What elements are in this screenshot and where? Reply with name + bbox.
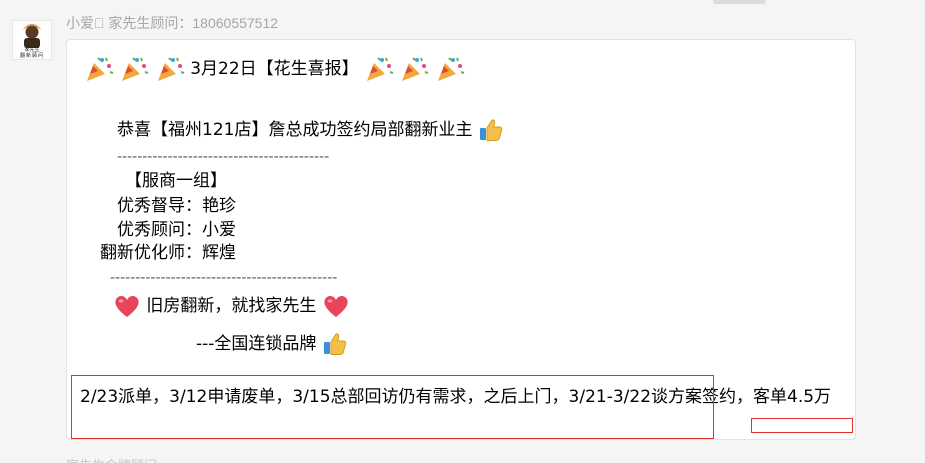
party-popper-icon bbox=[119, 55, 149, 83]
thumbs-up-icon bbox=[478, 117, 504, 143]
annotation-box bbox=[751, 418, 853, 433]
party-popper-icon bbox=[364, 55, 394, 83]
congrats-text: 恭喜【福州121店】詹总成功签约局部翻新业主 bbox=[117, 120, 473, 140]
party-popper-icon bbox=[399, 55, 429, 83]
next-sender-name: 家先生金牌顾问… bbox=[66, 455, 170, 463]
slogan-row: 旧房翻新，就找家先生 bbox=[113, 293, 350, 319]
annotation-box bbox=[71, 375, 714, 439]
sender-name: 小爱  家先生顾问：18060557512 bbox=[66, 15, 279, 31]
group-label: 【服商一组】 bbox=[125, 171, 227, 191]
consultant-label: 优秀顾问：小爱 bbox=[117, 220, 236, 240]
chat-window: 家先生 翻新顾问 小爱  家先生顾问：18060557512 3月22日【花生喜… bbox=[0, 0, 925, 463]
red-heart-icon bbox=[322, 293, 350, 319]
slogan-text: 旧房翻新，就找家先生 bbox=[146, 296, 317, 316]
brand-row: ---全国连锁品牌 bbox=[196, 331, 348, 357]
divider-2: ----------------------------------------… bbox=[110, 270, 338, 286]
optimizer-label: 翻新优化师：辉煌 bbox=[100, 243, 236, 263]
divider-1: ----------------------------------------… bbox=[117, 149, 330, 165]
headline-text: 3月22日【花生喜报】 bbox=[190, 59, 359, 79]
party-popper-icon bbox=[155, 55, 185, 83]
red-heart-icon bbox=[113, 293, 141, 319]
party-popper-icon bbox=[84, 55, 114, 83]
avatar-text-bottom: 翻新顾问 bbox=[19, 53, 44, 59]
avatar[interactable]: 家先生 翻新顾问 bbox=[12, 20, 52, 60]
brand-text: ---全国连锁品牌 bbox=[196, 334, 317, 354]
thumbs-up-icon bbox=[322, 331, 348, 357]
congrats-row: 恭喜【福州121店】詹总成功签约局部翻新业主 bbox=[117, 117, 504, 143]
party-popper-icon bbox=[435, 55, 465, 83]
supervisor-label: 优秀督导：艳珍 bbox=[117, 196, 236, 216]
headline-row: 3月22日【花生喜报】 bbox=[84, 55, 465, 83]
scrollbar-thumb[interactable] bbox=[713, 0, 766, 4]
